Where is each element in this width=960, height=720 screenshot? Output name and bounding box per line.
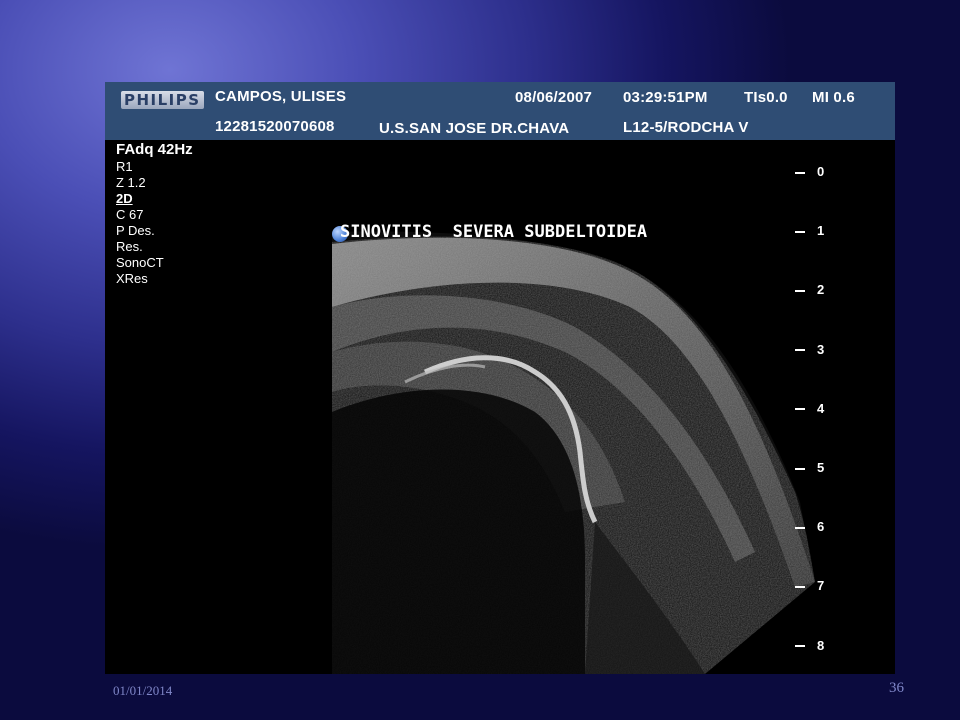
depth-tick: 1 xyxy=(795,223,835,238)
param-c: C 67 xyxy=(116,207,144,222)
depth-tick-label: 4 xyxy=(817,400,825,416)
depth-tick: 3 xyxy=(795,342,835,357)
annotation-word-2: SEVERA xyxy=(452,222,515,242)
depth-tick-label: 0 xyxy=(817,164,825,179)
header-bar: PHILIPS CAMPOS, ULISES 08/06/2007 03:29:… xyxy=(105,82,895,140)
ultrasound-frame: PHILIPS CAMPOS, ULISES 08/06/2007 03:29:… xyxy=(105,82,895,674)
depth-tick: 0 xyxy=(795,164,835,179)
mi-value: MI 0.6 xyxy=(812,89,855,106)
slide-date: 01/01/2014 xyxy=(113,683,173,698)
annotation-word-1: SINOVITIS xyxy=(340,222,433,242)
param-res: Res. xyxy=(116,239,143,254)
param-r: R1 xyxy=(116,159,133,174)
depth-tick: 8 xyxy=(795,638,835,653)
slide-number: 36 xyxy=(889,680,904,696)
depth-tick-mark xyxy=(795,349,805,352)
depth-tick-label: 3 xyxy=(817,341,825,357)
tis-value: TIs0.0 xyxy=(744,89,788,106)
depth-tick-mark xyxy=(795,585,805,588)
depth-tick-mark xyxy=(795,645,805,648)
depth-tick-mark xyxy=(795,230,805,233)
annotation-word-3: SUBDELTOIDEA xyxy=(524,222,648,242)
exam-date: 08/06/2007 xyxy=(515,89,593,106)
institution: U.S.SAN JOSE DR.CHAVA xyxy=(379,120,570,137)
brand-logo: PHILIPS xyxy=(121,91,204,109)
depth-tick-mark xyxy=(795,289,805,292)
depth-tick: 4 xyxy=(795,401,835,416)
depth-tick-label: 6 xyxy=(817,519,825,535)
depth-tick: 7 xyxy=(795,578,835,593)
depth-tick: 5 xyxy=(795,460,835,475)
image-annotation: SINOVITIS SEVERA SUBDELTOIDEA xyxy=(340,222,647,242)
depth-tick-label: 8 xyxy=(817,637,825,653)
depth-tick-mark xyxy=(795,171,805,174)
param-zoom: Z 1.2 xyxy=(116,175,146,190)
depth-tick: 6 xyxy=(795,519,835,534)
depth-tick-mark xyxy=(795,467,805,470)
depth-tick-label: 7 xyxy=(817,578,825,594)
depth-tick-label: 1 xyxy=(817,223,825,239)
depth-tick: 2 xyxy=(795,282,835,297)
param-mode: 2D xyxy=(116,191,133,206)
param-sonoct: SonoCT xyxy=(116,255,164,270)
param-p: P Des. xyxy=(116,223,155,238)
patient-name: CAMPOS, ULISES xyxy=(215,88,347,105)
frame-rate: FAdq 42Hz xyxy=(116,141,193,158)
depth-tick-label: 2 xyxy=(817,282,825,298)
probe-preset: L12-5/RODCHA V xyxy=(623,119,749,136)
depth-tick-mark xyxy=(795,526,805,529)
depth-tick-mark xyxy=(795,408,805,411)
ultrasound-image xyxy=(332,231,815,674)
patient-id: 12281520070608 xyxy=(215,118,335,135)
exam-time: 03:29:51PM xyxy=(623,89,708,106)
imaging-parameters: FAdq 42Hz R1 Z 1.2 2D C 67 P Des. Res. S… xyxy=(116,141,193,287)
param-xres: XRes xyxy=(116,271,148,286)
depth-tick-label: 5 xyxy=(817,460,825,475)
